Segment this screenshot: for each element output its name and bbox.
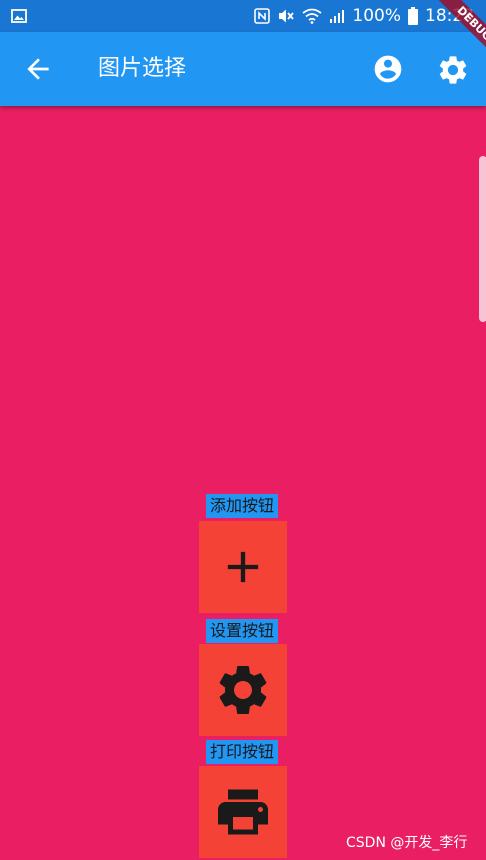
page-title: 图片选择: [98, 56, 187, 81]
settings-button[interactable]: [436, 53, 470, 87]
back-button[interactable]: [22, 53, 54, 85]
clock: 18:23: [425, 6, 474, 26]
watermark: CSDN @开发_李行: [346, 835, 468, 851]
battery-level: 100%: [352, 6, 401, 26]
status-bar: 100% 18:23: [0, 0, 486, 32]
wifi-icon: [302, 8, 322, 24]
back-arrow-icon: [27, 58, 49, 80]
add-button-label: 添加按钮: [206, 494, 278, 518]
add-button[interactable]: [199, 521, 287, 613]
status-icons: 100% 18:23: [254, 0, 474, 32]
scrollbar[interactable]: [479, 156, 486, 322]
image-notification-icon: [11, 8, 27, 28]
nfc-icon: [254, 8, 271, 24]
account-button[interactable]: [372, 53, 404, 85]
app-bar: 图片选择: [0, 32, 486, 106]
account-circle-icon: [374, 55, 402, 83]
battery-icon: [408, 7, 418, 25]
settings-icon: [439, 56, 467, 84]
print-icon: [218, 789, 268, 835]
settings-action-button[interactable]: [199, 644, 287, 736]
settings-button-label: 设置按钮: [206, 619, 278, 643]
mute-icon: [277, 8, 295, 24]
print-button-label: 打印按钮: [206, 740, 278, 764]
print-button[interactable]: [199, 766, 287, 858]
settings-icon: [219, 666, 267, 714]
add-icon: [227, 551, 259, 583]
signal-icon: [329, 8, 345, 24]
